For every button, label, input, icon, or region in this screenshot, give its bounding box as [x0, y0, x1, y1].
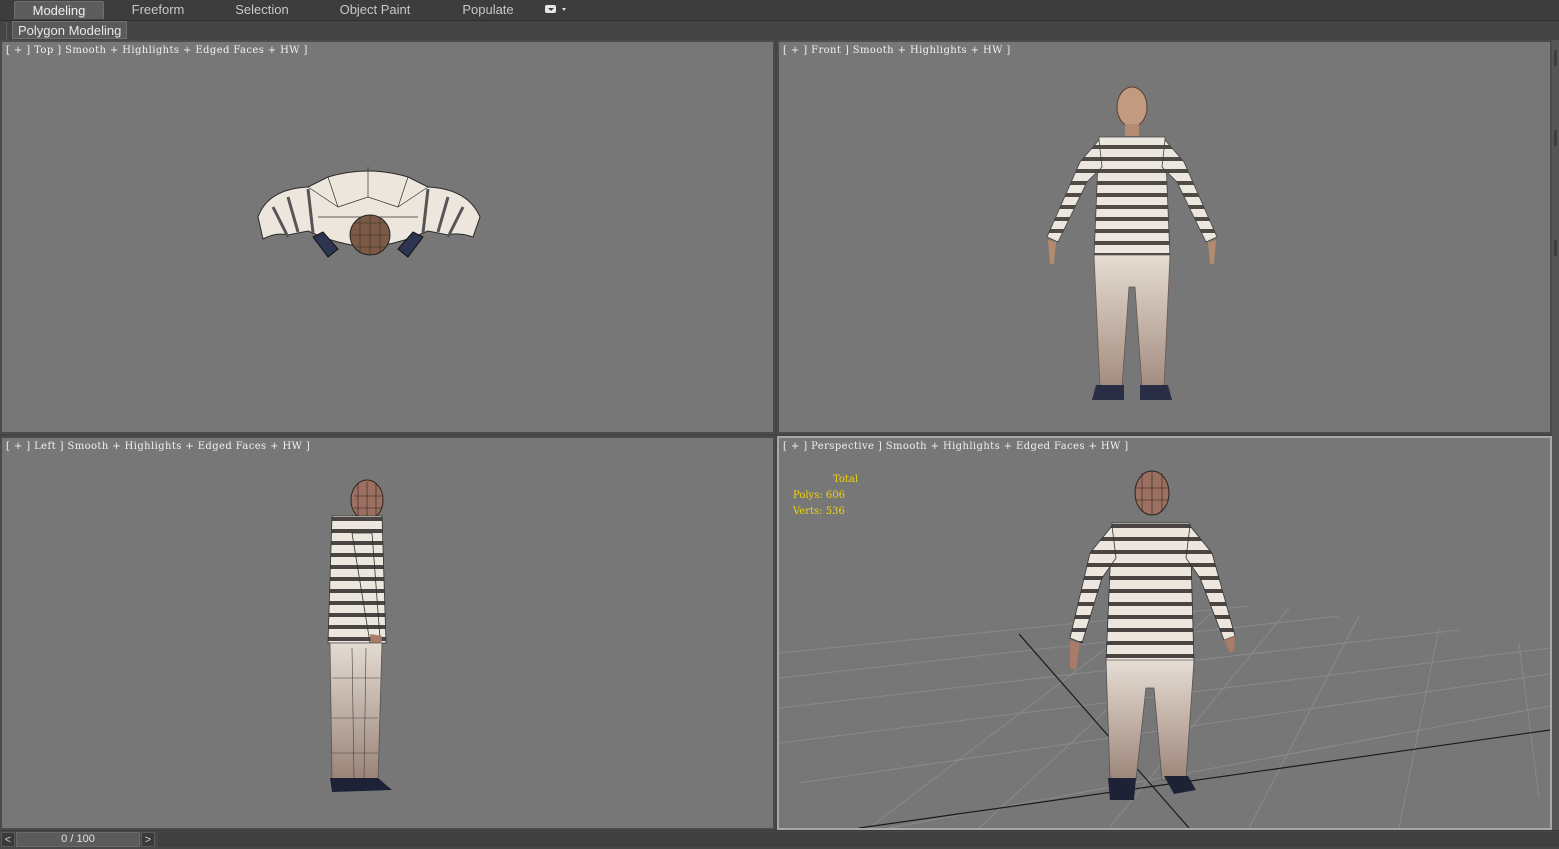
left-view-character — [327, 479, 392, 792]
ribbon-panel-bar: Polygon Modeling — [0, 21, 1559, 40]
grip-handle-icon[interactable] — [6, 23, 10, 39]
tab-freeform[interactable]: Freeform — [114, 1, 202, 19]
front-view-character — [1046, 86, 1218, 400]
time-slider[interactable]: 0 / 100 — [16, 832, 140, 847]
viewport-top[interactable]: [ + ] Top ] Smooth + Highlights + Edged … — [0, 40, 775, 434]
tab-selection[interactable]: Selection — [214, 1, 310, 19]
strip-handle[interactable] — [1554, 130, 1557, 146]
tab-modeling[interactable]: Modeling — [14, 1, 104, 19]
viewport-left[interactable]: [ + ] Left ] Smooth + Highlights + Edged… — [0, 436, 775, 830]
right-panel-strip — [1552, 40, 1559, 830]
time-slider-bar: < 0 / 100 > — [0, 830, 1559, 849]
ribbon-options-button[interactable] — [543, 3, 571, 17]
panel-polygon-modeling[interactable]: Polygon Modeling — [12, 21, 128, 39]
strip-handle[interactable] — [1554, 50, 1557, 66]
chevron-down-icon — [562, 8, 566, 11]
ribbon-menu-icon — [545, 5, 556, 13]
grid-axis-x — [858, 729, 1550, 828]
top-view-character — [257, 167, 481, 258]
viewport-front[interactable]: [ + ] Front ] Smooth + Highlights + HW ] — [777, 40, 1552, 434]
next-frame-button[interactable]: > — [141, 832, 155, 847]
tab-object-paint[interactable]: Object Paint — [325, 1, 425, 19]
track-bar[interactable] — [158, 832, 1559, 847]
viewport-perspective[interactable]: [ + ] Perspective ] Smooth + Highlights … — [777, 436, 1552, 830]
strip-handle[interactable] — [1554, 240, 1557, 256]
perspective-view-scene — [779, 470, 1550, 828]
tab-populate[interactable]: Populate — [446, 1, 530, 19]
prev-frame-button[interactable]: < — [1, 832, 15, 847]
ribbon-tab-bar: Modeling Freeform Selection Object Paint… — [0, 0, 1559, 21]
